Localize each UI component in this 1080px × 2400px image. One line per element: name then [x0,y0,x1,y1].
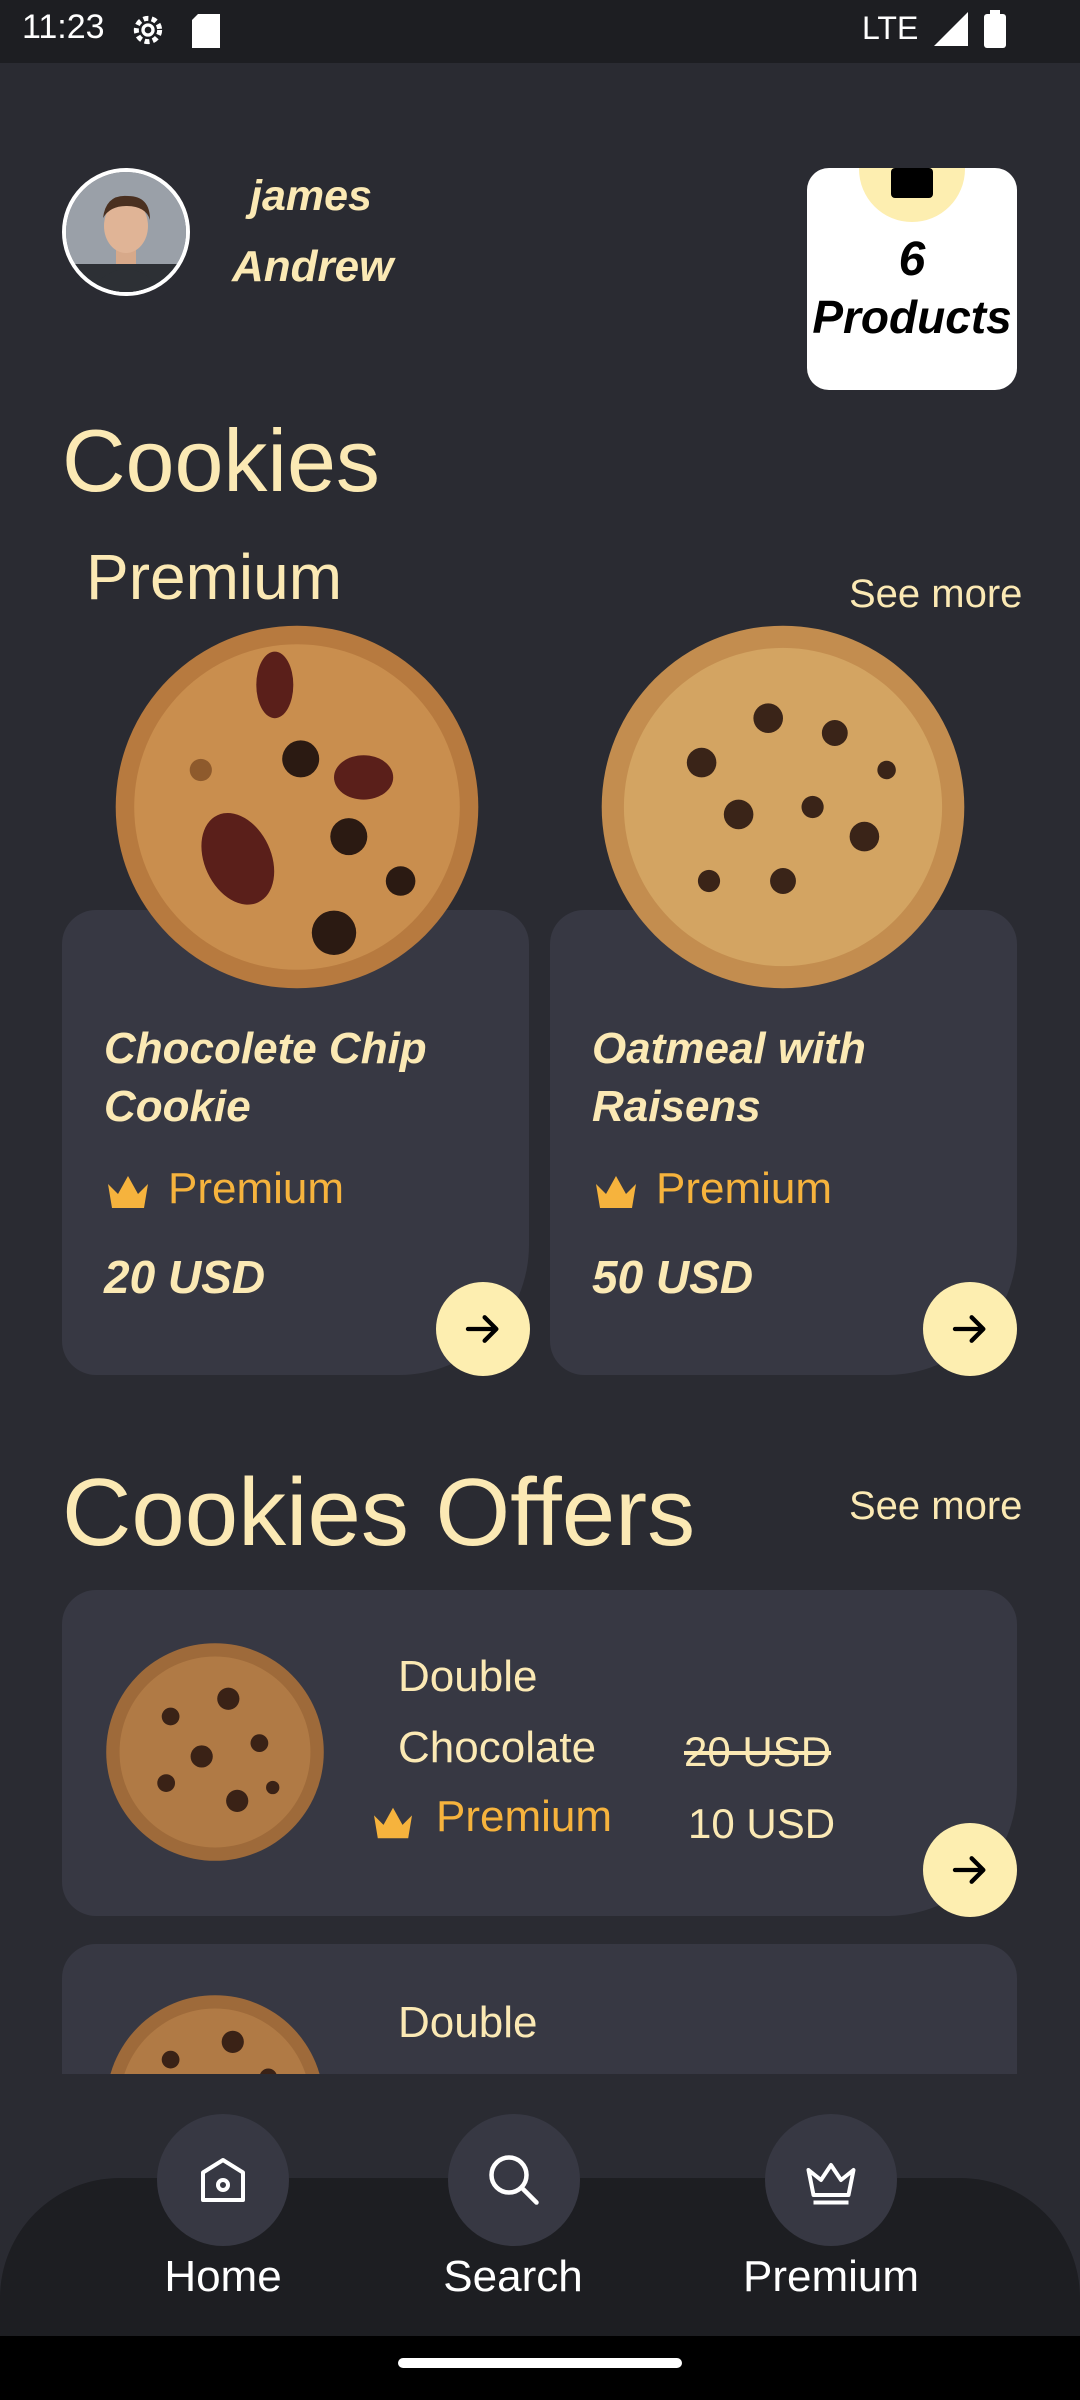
open-product-button[interactable] [923,1282,1017,1376]
nav-home-label[interactable]: Home [103,2252,343,2302]
sd-card-icon [192,14,220,52]
product-title-line1: Chocolete Chip [104,1024,427,1073]
section-title-offers: Cookies Offers [62,1459,696,1566]
offer-card[interactable]: Double [62,1944,1017,2074]
product-title: Chocolete Chip Cookie [104,1020,504,1136]
arrow-right-icon [465,1315,499,1343]
product-title-line1: Oatmeal with [592,1024,866,1073]
arrow-right-icon [952,1315,986,1343]
see-more-offers-link[interactable]: See more [849,1484,1022,1529]
crown-icon [596,1176,636,1208]
nav-premium-button[interactable] [765,2114,897,2246]
offer-cookie-image [104,1984,326,2074]
offer-cookie-image [104,1632,326,1872]
home-icon [201,2158,245,2202]
open-product-button[interactable] [436,1282,530,1376]
product-title-line2: Cookie [104,1082,251,1131]
network-type-label: LTE [862,10,919,46]
search-icon [489,2155,539,2205]
crown-icon [806,2163,856,2205]
chocolate-chip-cookie-image [112,622,482,992]
home-gesture-handle[interactable] [398,2358,682,2368]
section-subtitle-premium: Premium [86,541,343,613]
oatmeal-cookie-image [596,622,970,992]
see-more-premium-link[interactable]: See more [849,572,1022,617]
open-offer-button[interactable] [923,1823,1017,1917]
product-title-line2: Raisens [592,1082,761,1131]
section-title-cookies: Cookies [62,411,380,510]
bag-icon [859,168,965,222]
gesture-bar-area [0,2336,1080,2400]
status-bar: 11:23 LTE [0,0,1080,63]
products-count: 6 [898,233,926,286]
crown-icon [374,1807,412,1839]
premium-badge-label: Premium [436,1792,613,1841]
premium-badge-label: Premium [656,1164,833,1213]
settings-gear-icon [128,10,168,54]
offer-title-line1: Double [398,1998,538,2047]
arrow-right-icon [952,1856,986,1884]
user-avatar[interactable] [62,168,190,296]
product-price: 20 USD [104,1251,266,1303]
user-last-name: Andrew [232,242,394,291]
user-first-name: james [250,172,372,220]
offer-price: 10 USD [688,1800,836,1847]
offer-title-line2: Chocolate [398,1723,597,1772]
signal-icon [934,12,968,50]
premium-badge-label: Premium [168,1164,345,1213]
offer-card[interactable]: Double Chocolate Premium 20 USD 10 USD [62,1590,1017,1916]
nav-home-button[interactable] [157,2114,289,2246]
offer-list-viewport: Double [0,1944,1080,2074]
product-price: 50 USD [592,1251,754,1303]
offer-title-line1: Double [398,1652,538,1701]
nav-search-label[interactable]: Search [393,2252,633,2302]
nav-search-button[interactable] [448,2114,580,2246]
nav-premium-label[interactable]: Premium [711,2252,951,2302]
products-count-card[interactable]: 6 Products [807,168,1017,390]
crown-icon [108,1176,148,1208]
status-time: 11:23 [22,8,105,46]
products-label: Products [812,291,1012,343]
battery-icon [984,10,1006,52]
product-title: Oatmeal with Raisens [592,1020,992,1136]
old-price: 20 USD [684,1728,832,1775]
